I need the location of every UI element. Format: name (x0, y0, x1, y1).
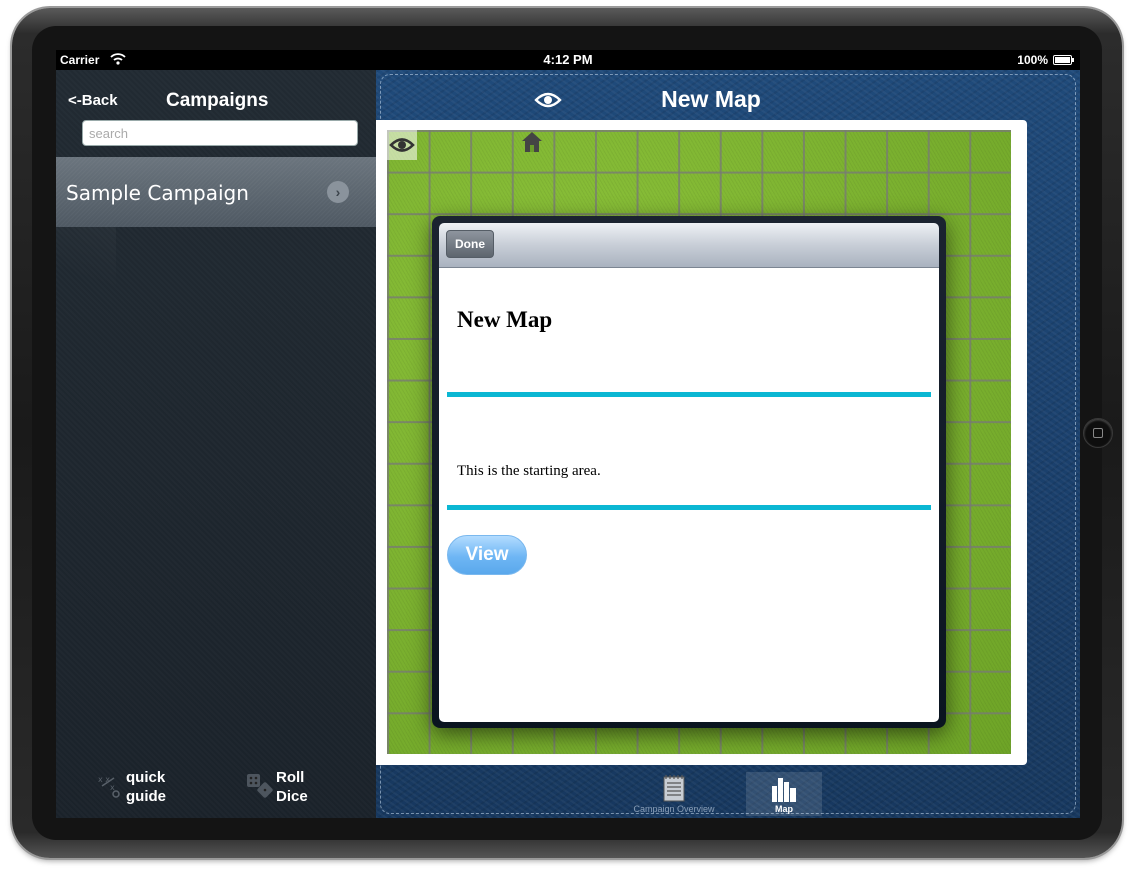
screen: Carrier 4:12 PM 100% <-Back Campaigns Sa… (56, 50, 1080, 818)
map-eye-icon[interactable] (387, 130, 417, 160)
roll-dice-label: Roll Dice (276, 768, 336, 806)
eye-icon[interactable] (534, 88, 562, 112)
tab-campaign-overview[interactable]: Campaign Overview (631, 772, 717, 816)
svg-text:x x: x x (98, 775, 110, 784)
map-title: New Map (661, 86, 761, 112)
view-button[interactable]: View (447, 535, 527, 575)
area-description: This is the starting area. (457, 463, 601, 479)
home-icon[interactable] (520, 130, 544, 154)
quick-guide-label: quick guide (126, 768, 186, 806)
done-button[interactable]: Done (446, 230, 494, 258)
tab-map[interactable]: Map (746, 772, 822, 816)
quick-guide-button[interactable]: x x x quick guide (96, 768, 196, 812)
quick-guide-icon: x x x (98, 775, 120, 798)
quick-guide-line2: guide (126, 788, 166, 805)
city-icon (772, 778, 796, 802)
map-frame: Done New Map This is the starting area. … (376, 120, 1027, 765)
home-button[interactable] (1083, 418, 1113, 448)
area-title: New Map (457, 307, 553, 332)
roll-dice-button[interactable]: Roll Dice (246, 768, 346, 812)
divider (447, 392, 931, 397)
svg-text:x: x (110, 783, 115, 792)
panel-title: Campaigns (166, 90, 269, 111)
notepad-icon (663, 775, 685, 802)
tab-label: Campaign Overview (633, 804, 715, 814)
back-button[interactable]: <-Back (68, 92, 118, 109)
search-input[interactable] (82, 120, 358, 146)
tab-label: Map (775, 804, 793, 814)
dice-icon (247, 774, 273, 798)
status-bar: Carrier 4:12 PM 100% (56, 50, 1080, 70)
list-item-label: Sample Campaign (66, 181, 249, 205)
roll-dice-line1: Roll (276, 769, 305, 786)
list-item-sample-campaign[interactable]: Sample Campaign › (56, 157, 376, 227)
divider (447, 505, 931, 510)
battery-icon (1053, 55, 1074, 65)
map-detail-area: New Map Done New Map This is the startin… (376, 70, 1080, 818)
map-popover: Done New Map This is the starting area. … (432, 216, 946, 728)
popover-content: New Map This is the starting area. View (439, 268, 939, 722)
roll-dice-line2: Dice (276, 788, 308, 805)
chevron-right-icon[interactable]: › (327, 181, 349, 203)
battery-percent: 100% (1017, 53, 1048, 67)
campaigns-panel: <-Back Campaigns Sample Campaign › x x x… (56, 70, 376, 818)
status-time: 4:12 PM (543, 52, 593, 67)
quick-guide-line1: quick (126, 769, 166, 786)
popover-toolbar: Done (439, 223, 939, 268)
